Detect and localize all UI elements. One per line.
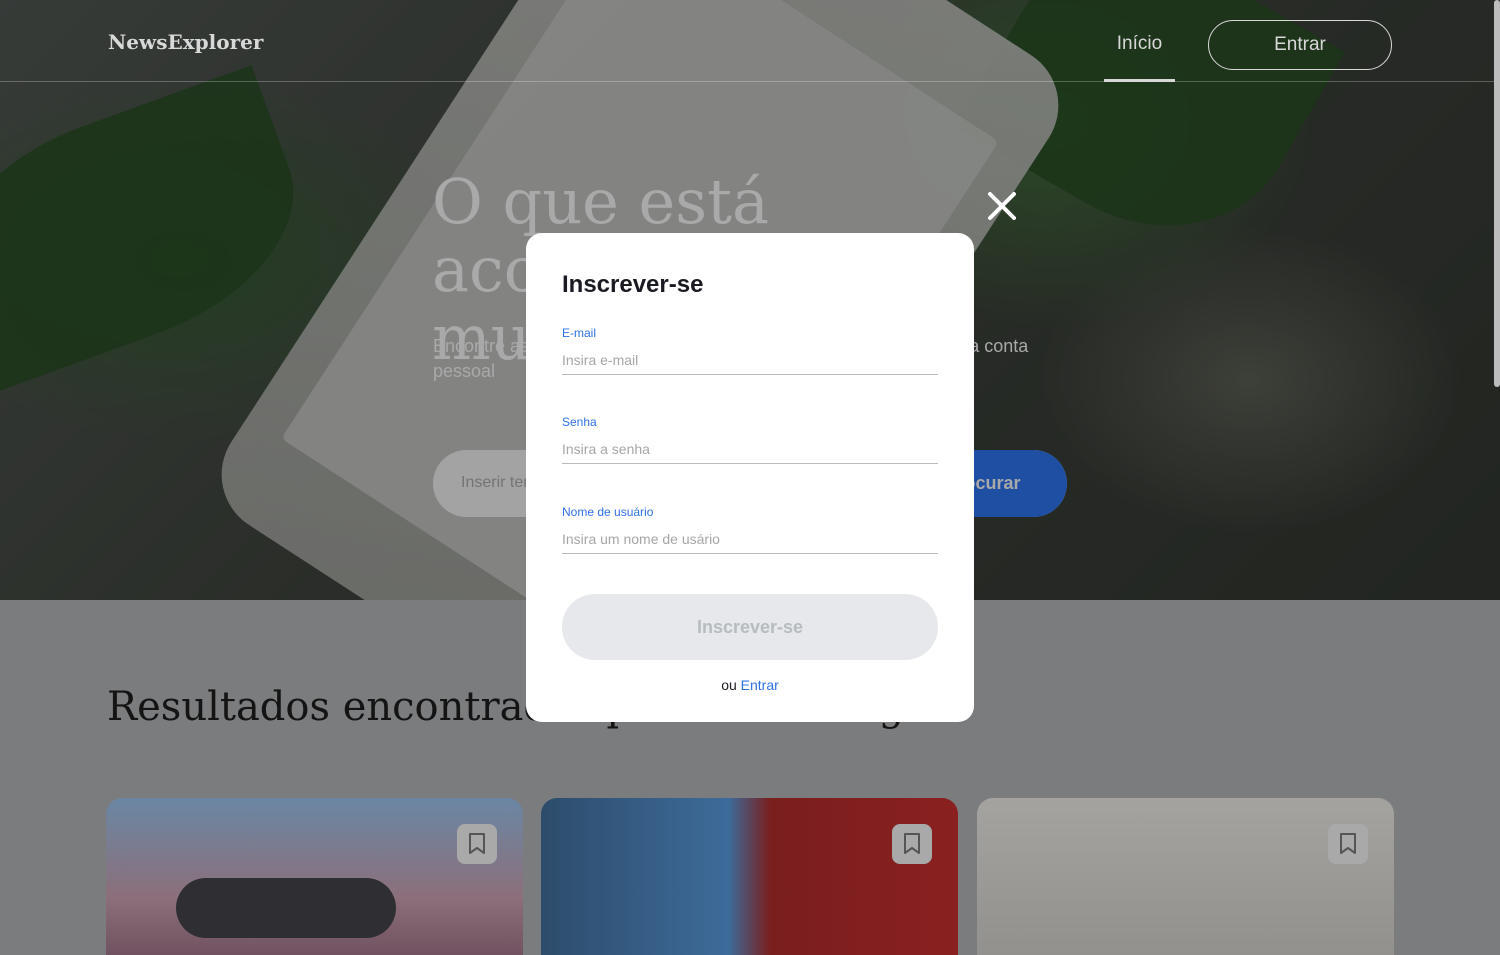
signin-link[interactable]: Entrar: [741, 677, 779, 693]
email-label: E-mail: [562, 326, 597, 340]
card-image-drone: [176, 878, 396, 938]
page-scrollbar[interactable]: [1494, 0, 1500, 387]
email-field[interactable]: [562, 345, 938, 375]
bookmark-icon: [469, 833, 485, 854]
bookmark-button[interactable]: [892, 824, 932, 864]
news-card[interactable]: [977, 798, 1394, 955]
site-logo[interactable]: NewsExplorer: [108, 30, 263, 54]
bookmark-icon: [1340, 833, 1356, 854]
modal-title: Inscrever-se: [562, 271, 704, 298]
signup-modal: Inscrever-se E-mail Senha Nome de usuári…: [526, 233, 974, 722]
nav-home-link[interactable]: Início: [1104, 0, 1175, 82]
bookmark-button[interactable]: [457, 824, 497, 864]
nav-login-button[interactable]: Entrar: [1208, 20, 1392, 70]
bookmark-button[interactable]: [1328, 824, 1368, 864]
username-field[interactable]: [562, 524, 938, 554]
alt-prefix: ou: [721, 677, 737, 693]
password-label: Senha: [562, 415, 597, 429]
bookmark-icon: [904, 833, 920, 854]
news-card[interactable]: [106, 798, 523, 955]
site-header: NewsExplorer Início Entrar: [0, 0, 1500, 82]
signup-submit-button[interactable]: Inscrever-se: [562, 594, 938, 660]
username-label: Nome de usuário: [562, 505, 654, 519]
password-field[interactable]: [562, 434, 938, 464]
modal-close-button[interactable]: [984, 188, 1020, 224]
close-icon: [988, 192, 1016, 220]
alt-signin-line: ou Entrar: [526, 677, 974, 693]
news-card[interactable]: [541, 798, 958, 955]
